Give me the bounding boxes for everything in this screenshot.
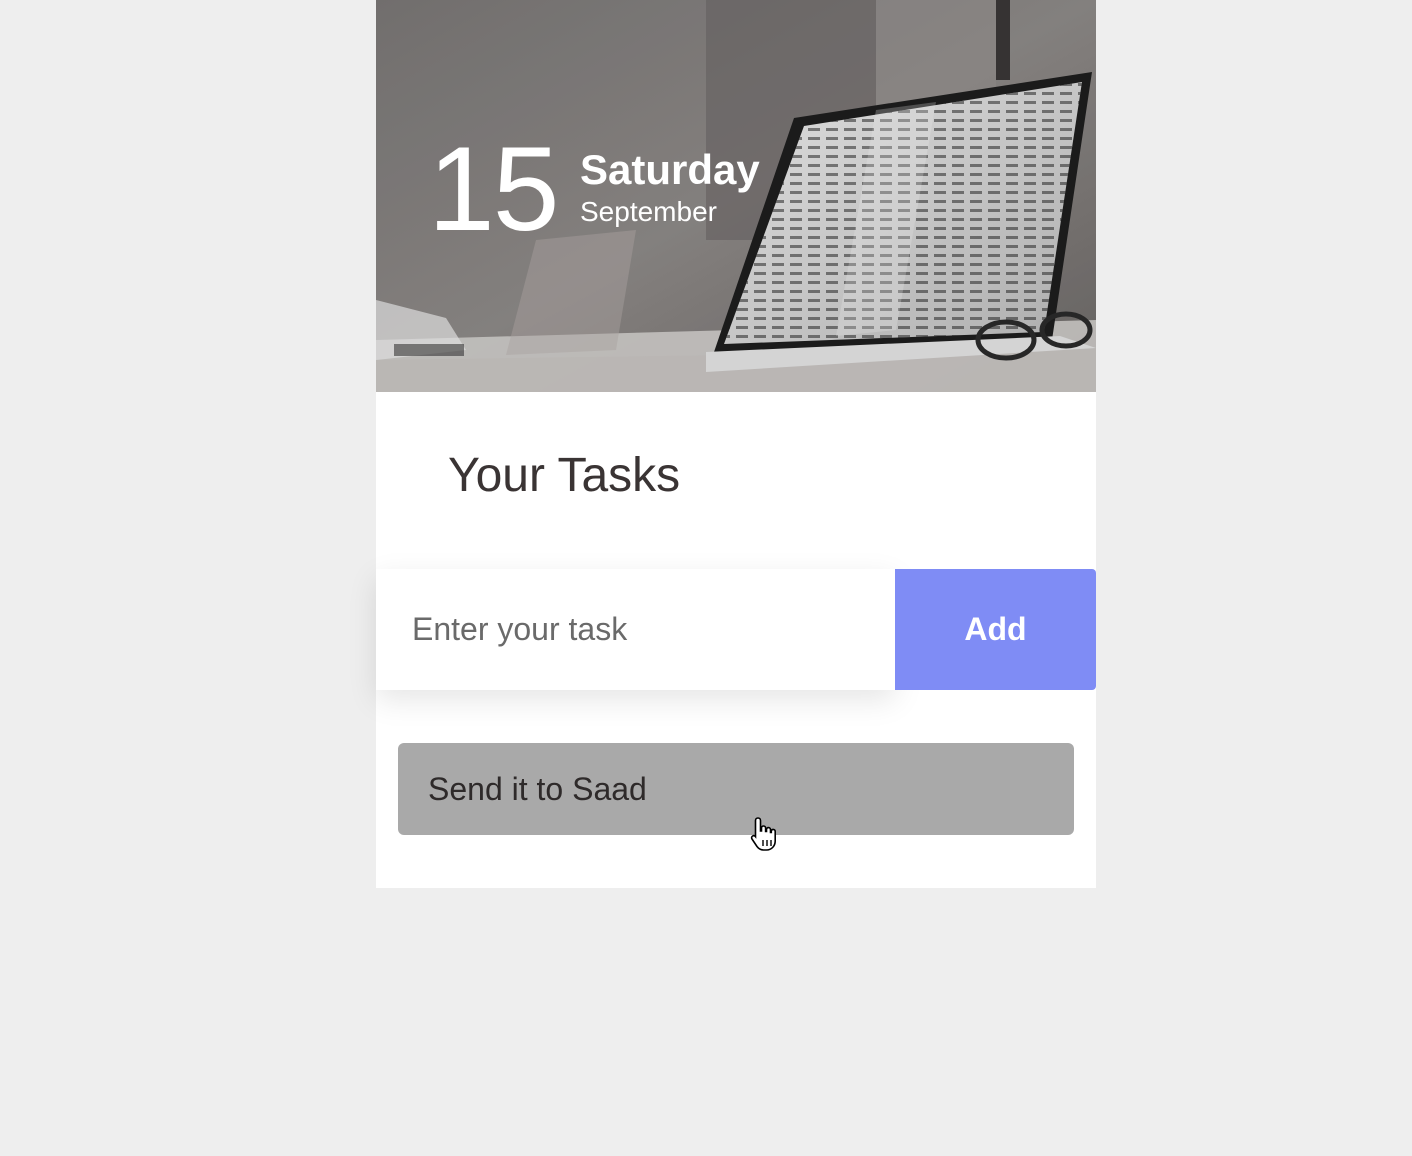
page-title: Your Tasks [448,449,681,502]
hand-pointer-icon [750,817,776,851]
add-button[interactable]: Add [895,569,1096,690]
todo-card: 15 Saturday September Your Tasks Add Sen… [376,0,1096,888]
task-item[interactable]: Send it to Saad [398,743,1074,835]
date-day-number: 15 [428,122,559,256]
date-month: September [580,196,717,227]
header-photo: 15 Saturday September [376,0,1096,392]
date-weekday: Saturday [580,146,760,193]
task-input[interactable] [376,569,895,690]
task-label: Send it to Saad [428,770,647,807]
